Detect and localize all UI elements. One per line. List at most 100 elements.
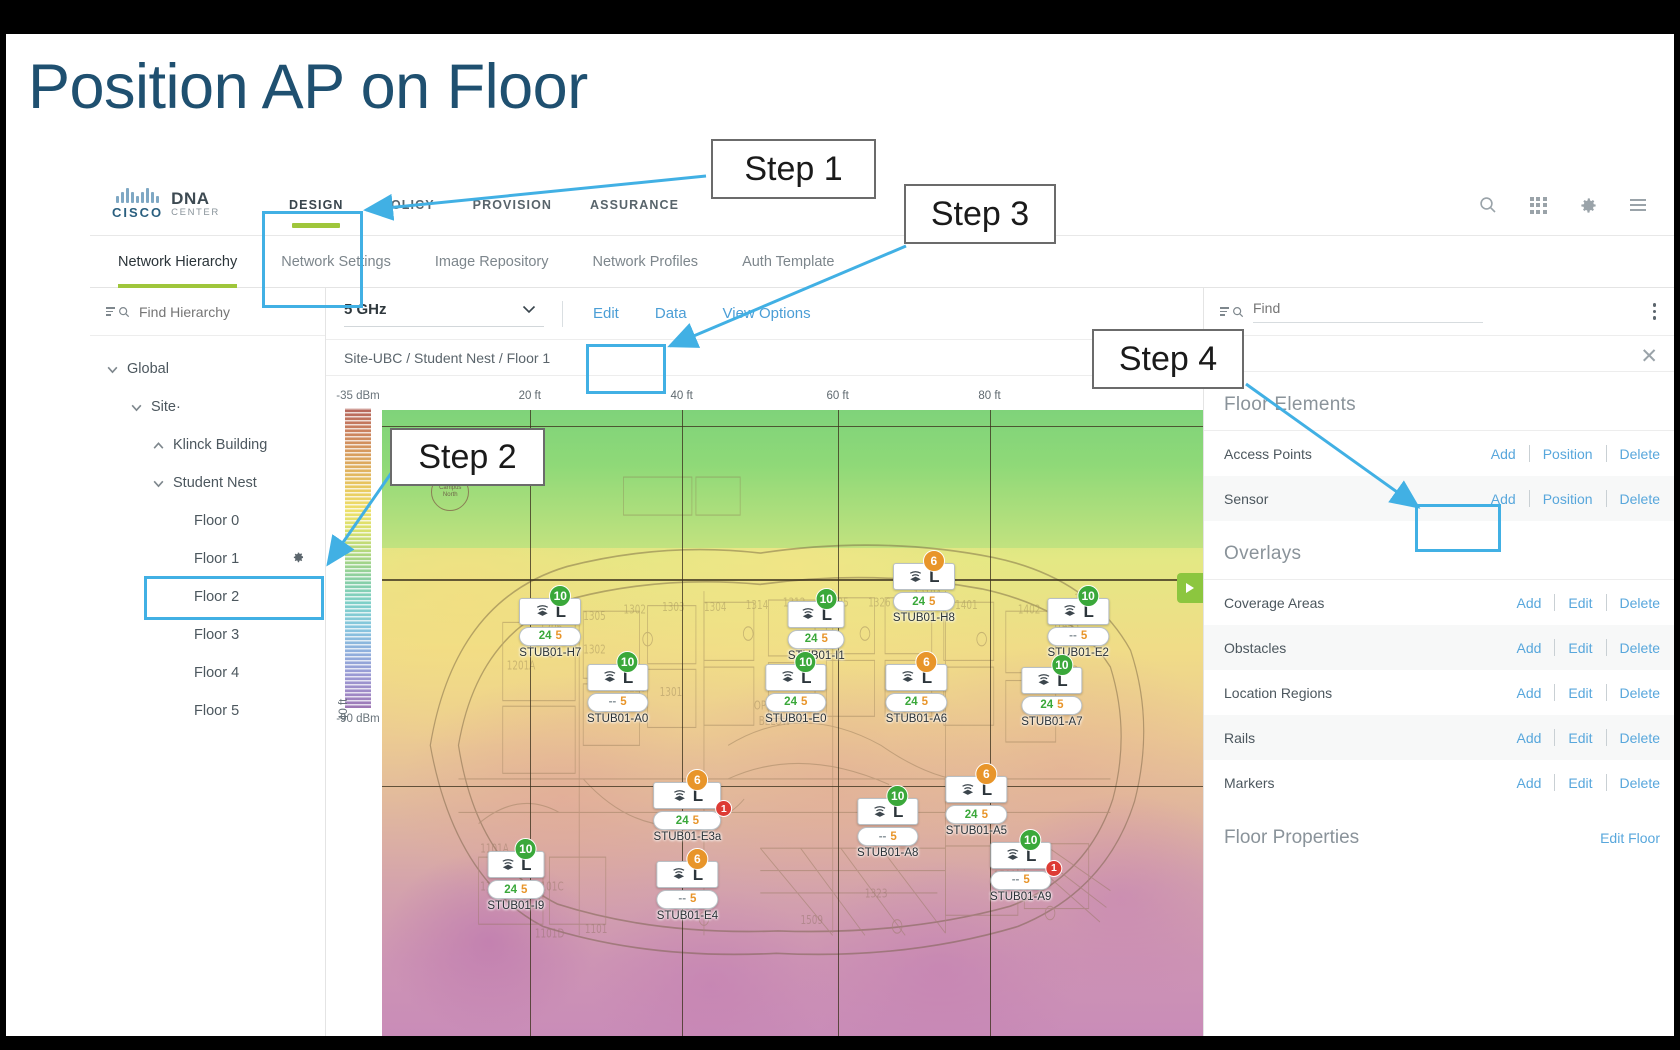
tab-policy[interactable]: POLICY xyxy=(363,174,454,236)
access-points-add-link[interactable]: Add xyxy=(1478,446,1529,462)
access-point-marker[interactable]: 10 L 24 5 STUB01-A7 xyxy=(1021,653,1083,728)
tree-item-floor-4[interactable]: Floor 4 xyxy=(90,654,325,692)
markers-delete-link[interactable]: Delete xyxy=(1607,775,1660,791)
ap-icon-box[interactable]: L xyxy=(765,663,827,691)
search-icon[interactable] xyxy=(1478,195,1498,215)
access-point-marker[interactable]: 10 L 1 -- 5 STUB01-A9 xyxy=(990,828,1063,903)
sensor-delete-link[interactable]: Delete xyxy=(1607,491,1660,507)
tree-item-site[interactable]: Site· xyxy=(90,388,325,426)
ap-rate-right: 5 xyxy=(1023,874,1030,887)
gear-icon[interactable] xyxy=(1578,195,1598,215)
floor-settings-gear-icon[interactable] xyxy=(291,550,305,568)
coverage-areas-add-link[interactable]: Add xyxy=(1503,595,1554,611)
ruler-tick: 80 ft xyxy=(978,390,1001,402)
rails-delete-link[interactable]: Delete xyxy=(1607,730,1660,746)
ap-name-label: STUB01-H8 xyxy=(892,612,955,625)
access-point-marker[interactable]: 10 L 24 5 STUB01-I1 xyxy=(787,587,845,662)
access-point-marker[interactable]: 10 L -- 5 STUB01-E2 xyxy=(1047,584,1109,659)
view-options-button[interactable]: View Options xyxy=(705,305,829,322)
tab-assurance[interactable]: ASSURANCE xyxy=(571,174,698,236)
highlight-floor-1 xyxy=(144,576,324,620)
ap-rate-left: -- xyxy=(678,893,687,906)
tab-provision[interactable]: PROVISION xyxy=(454,174,571,236)
band-select[interactable]: 5 GHz xyxy=(344,301,544,327)
access-point-marker[interactable]: 10 L 24 5 STUB01-E0 xyxy=(765,650,827,725)
access-point-icon xyxy=(782,671,794,682)
access-point-marker[interactable]: 10 L 24 5 STUB01-I9 xyxy=(487,838,545,912)
svg-text:1314: 1314 xyxy=(746,598,769,613)
access-point-marker[interactable]: 10 L 24 5 STUB01-H7 xyxy=(519,584,582,659)
tree-item-global[interactable]: Global xyxy=(90,350,325,388)
coverage-areas-edit-link[interactable]: Edit xyxy=(1555,595,1605,611)
ap-icon-box[interactable]: L xyxy=(1047,597,1109,625)
obstacles-edit-link[interactable]: Edit xyxy=(1555,640,1605,656)
ap-icon-box[interactable]: L xyxy=(945,776,1008,804)
access-point-marker[interactable]: 6 L 1 24 5 STUB01-E3a xyxy=(653,769,733,843)
row-actions: Add Edit Delete xyxy=(1503,774,1660,791)
subtab-network-profiles[interactable]: Network Profiles xyxy=(571,236,721,288)
obstacles-delete-link[interactable]: Delete xyxy=(1607,640,1660,656)
tree-item-floor-3[interactable]: Floor 3 xyxy=(90,616,325,654)
ap-icon-box[interactable]: L xyxy=(885,663,948,691)
map-gridline xyxy=(382,785,1203,788)
access-points-delete-link[interactable]: Delete xyxy=(1607,446,1660,462)
location-regions-add-link[interactable]: Add xyxy=(1503,685,1554,701)
rails-add-link[interactable]: Add xyxy=(1503,730,1554,746)
access-point-marker[interactable]: 6 L 24 5 STUB01-A6 xyxy=(885,650,948,725)
ap-name-label: STUB01-A8 xyxy=(857,847,919,860)
markers-edit-link[interactable]: Edit xyxy=(1555,775,1605,791)
access-point-marker[interactable]: 10 L -- 5 STUB01-A8 xyxy=(857,785,919,860)
location-regions-delete-link[interactable]: Delete xyxy=(1607,685,1660,701)
heatmap-plot[interactable]: 1201A12061305 130213021303 130413141312 … xyxy=(382,410,1203,1036)
more-options-icon[interactable] xyxy=(1652,303,1656,320)
product-center-label: CENTER xyxy=(171,207,220,219)
row-label: Markers xyxy=(1224,774,1275,791)
access-point-icon xyxy=(1038,674,1050,686)
ap-rate-pill: -- 5 xyxy=(1047,626,1109,646)
row-actions: Add Edit Delete xyxy=(1503,729,1660,746)
ap-name-label: STUB01-A9 xyxy=(990,890,1052,903)
chevron-down-icon xyxy=(131,404,142,411)
ap-name-label: STUB01-E4 xyxy=(656,909,719,922)
tree-item-floor-1[interactable]: Floor 1 xyxy=(90,540,325,578)
tree-item-student-nest[interactable]: Student Nest xyxy=(90,464,325,502)
tree-item-floor-5[interactable]: Floor 5 xyxy=(90,692,325,730)
subtab-image-repository[interactable]: Image Repository xyxy=(413,236,571,288)
edit-floor-link[interactable]: Edit Floor xyxy=(1600,830,1660,846)
rails-edit-link[interactable]: Edit xyxy=(1555,730,1605,746)
ap-icon-box[interactable]: L xyxy=(586,663,649,691)
access-point-marker[interactable]: 6 L 24 5 STUB01-A5 xyxy=(945,763,1008,837)
tree-item-label: Floor 4 xyxy=(194,665,240,681)
tree-item-floor-0[interactable]: Floor 0 xyxy=(90,502,325,540)
ap-channel-badge: 6 xyxy=(922,550,945,573)
data-button[interactable]: Data xyxy=(637,305,705,322)
tree-item-klinck-building[interactable]: Klinck Building xyxy=(90,426,325,464)
row-markers: Markers Add Edit Delete xyxy=(1204,760,1674,805)
access-point-marker[interactable]: 6 L -- 5 STUB01-E4 xyxy=(656,847,719,922)
edit-button[interactable]: Edit xyxy=(575,305,637,322)
ap-channel-badge: 10 xyxy=(616,650,639,673)
ruler-tick: 20 ft xyxy=(518,390,541,402)
subtab-network-hierarchy[interactable]: Network Hierarchy xyxy=(112,236,259,288)
location-regions-edit-link[interactable]: Edit xyxy=(1555,685,1605,701)
close-icon[interactable]: ✕ xyxy=(1640,346,1658,367)
access-points-position-link[interactable]: Position xyxy=(1530,446,1606,462)
ap-icon-box[interactable]: L xyxy=(990,841,1052,869)
markers-add-link[interactable]: Add xyxy=(1503,775,1554,791)
sensor-position-link[interactable]: Position xyxy=(1530,491,1606,507)
ap-channel-badge: 6 xyxy=(915,650,938,673)
coverage-areas-delete-link[interactable]: Delete xyxy=(1607,595,1660,611)
ap-rate-left: 24 xyxy=(504,883,518,896)
panel-expand-arrow[interactable] xyxy=(1177,572,1203,603)
access-point-marker[interactable]: 10 L -- 5 STUB01-A0 xyxy=(586,650,649,725)
ap-rate-pill: 24 5 xyxy=(885,692,948,712)
ap-icon-box[interactable]: L xyxy=(656,860,719,888)
ap-icon-box[interactable]: L xyxy=(857,798,919,826)
access-point-marker[interactable]: 6 L 24 5 STUB01-H8 xyxy=(892,550,955,625)
subtab-auth-template[interactable]: Auth Template xyxy=(720,236,856,288)
list-icon[interactable] xyxy=(1628,195,1648,215)
ap-icon-box[interactable]: L xyxy=(1021,666,1083,694)
obstacles-add-link[interactable]: Add xyxy=(1503,640,1554,656)
panel-find-input[interactable] xyxy=(1253,300,1483,323)
apps-grid-icon[interactable] xyxy=(1528,195,1548,215)
